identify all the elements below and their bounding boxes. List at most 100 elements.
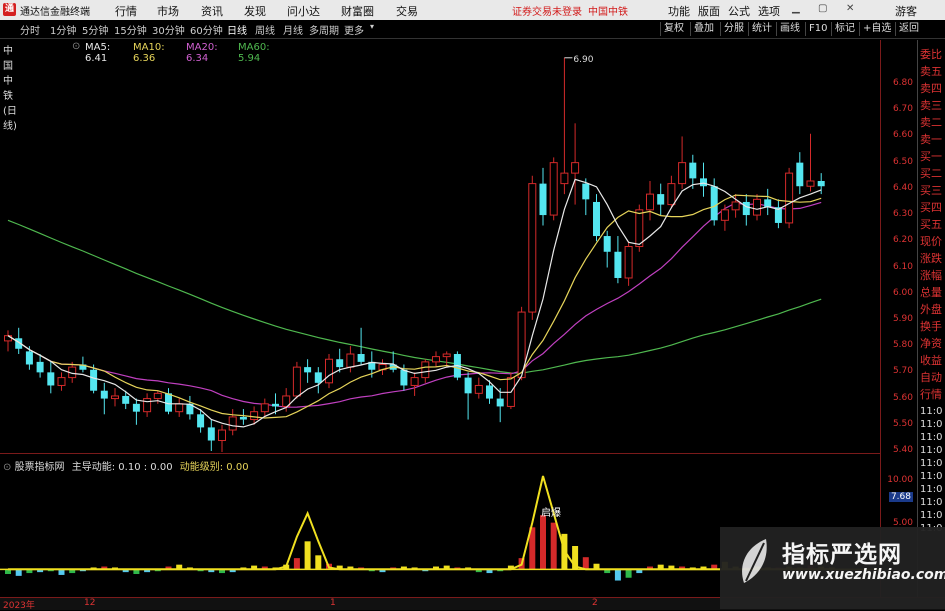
side-panel-item[interactable]: 11:0 xyxy=(920,444,942,458)
menu-options[interactable]: 选项 xyxy=(758,3,780,19)
candle-body-up xyxy=(325,358,333,384)
tab-period-30min[interactable]: 30分钟 xyxy=(152,22,185,37)
settings-icon[interactable]: ⊙ xyxy=(72,41,80,52)
indicator-bar xyxy=(540,515,546,570)
candle-body-up xyxy=(806,180,815,187)
side-panel-item[interactable]: 现价 xyxy=(920,235,942,249)
candle-body-up xyxy=(292,366,301,397)
maximize-icon[interactable]: ▢ xyxy=(818,3,827,14)
indicator-bar xyxy=(15,569,22,576)
side-panel-item[interactable]: 买二 xyxy=(920,167,942,181)
side-panel-item[interactable]: 外盘 xyxy=(920,303,942,317)
side-panel-item[interactable]: 行情 xyxy=(920,388,942,402)
price-tick-label: 5.40 xyxy=(892,445,913,455)
side-panel-item[interactable]: 11:0 xyxy=(920,483,942,497)
menu-wealth[interactable]: 财富圈 xyxy=(341,3,374,19)
tab-period-month[interactable]: 月线 xyxy=(283,22,303,37)
tab-period-1min[interactable]: 1分钟 xyxy=(50,22,76,37)
adjust-button[interactable]: 复权 xyxy=(660,22,687,36)
candle-body-down xyxy=(314,372,322,383)
price-tick-label: 5.80 xyxy=(892,340,913,351)
side-panel-item[interactable]: 11:0 xyxy=(920,431,942,445)
candle-body-down xyxy=(614,251,622,278)
pane-divider xyxy=(0,453,880,454)
side-panel-item[interactable]: 11:0 xyxy=(920,496,942,510)
price-tick-label: 6.00 xyxy=(892,287,913,298)
menu-formula[interactable]: 公式 xyxy=(728,3,750,19)
side-panel-item[interactable]: 11:0 xyxy=(920,509,942,523)
price-tick-label: 6.50 xyxy=(892,156,913,167)
side-panel-item[interactable]: 11:0 xyxy=(920,418,942,432)
draw-button[interactable]: 画线 xyxy=(776,22,803,36)
side-panel-item[interactable]: 11:0 xyxy=(920,457,942,471)
tab-period-5min[interactable]: 5分钟 xyxy=(82,22,108,37)
side-panel-item[interactable]: 换手 xyxy=(920,320,942,334)
mark-button[interactable]: 标记 xyxy=(831,22,858,36)
candle-body-down xyxy=(796,162,804,187)
menu-discover[interactable]: 发现 xyxy=(244,3,266,19)
price-tick-label: 6.60 xyxy=(892,130,913,141)
side-panel-item[interactable]: 涨跌 xyxy=(920,252,942,266)
side-panel-item[interactable]: 收益 xyxy=(920,354,942,368)
close-icon[interactable]: ✕ xyxy=(846,3,854,14)
menu-news[interactable]: 资讯 xyxy=(201,3,223,19)
side-panel-item[interactable]: 买四 xyxy=(920,201,942,215)
add-watchlist-button[interactable]: +自选 xyxy=(859,22,894,36)
side-panel-item[interactable]: 买三 xyxy=(920,184,942,198)
trade-login-notice[interactable]: 证券交易未登录 xyxy=(512,3,582,18)
side-panel-item[interactable]: 自动 xyxy=(920,371,942,385)
side-panel-item[interactable]: 卖五 xyxy=(920,65,942,79)
candle-body-up xyxy=(646,193,654,211)
side-panel-item[interactable]: 11:0 xyxy=(920,470,942,484)
menu-quotes[interactable]: 行情 xyxy=(115,3,137,19)
tab-period-minute[interactable]: 分时 xyxy=(20,22,40,37)
tab-period-multi[interactable]: 多周期 xyxy=(309,22,339,37)
candle-body-up xyxy=(4,335,12,342)
candle-body-up xyxy=(624,246,633,279)
candle-body-down xyxy=(689,162,697,179)
candle-body-down xyxy=(36,361,44,373)
minimize-icon[interactable]: ▁ xyxy=(792,3,800,14)
side-panel-item[interactable]: 卖一 xyxy=(920,133,942,147)
candle-body-up xyxy=(111,395,119,400)
menu-function[interactable]: 功能 xyxy=(668,3,690,19)
stats-button[interactable]: 统计 xyxy=(748,22,775,36)
candle-body-down xyxy=(47,372,55,386)
side-panel-item[interactable]: 买五 xyxy=(920,218,942,232)
side-panel-item[interactable]: 涨幅 xyxy=(920,269,942,283)
tab-period-week[interactable]: 周线 xyxy=(255,22,275,37)
menu-market[interactable]: 市场 xyxy=(157,3,179,19)
side-panel-item[interactable]: 总量 xyxy=(920,286,942,300)
candlestick-chart[interactable]: 6.905.35 xyxy=(0,54,880,452)
back-button[interactable]: 返回 xyxy=(895,22,922,36)
menu-ask[interactable]: 问小达 xyxy=(287,3,320,19)
side-panel-item[interactable]: 卖三 xyxy=(920,99,942,113)
candle-body-up xyxy=(549,162,558,216)
candle-body-down xyxy=(304,367,312,373)
candle-body-up xyxy=(218,429,226,442)
split-button[interactable]: 分服 xyxy=(720,22,747,36)
side-panel-item[interactable]: 净资 xyxy=(920,337,942,351)
tab-period-15min[interactable]: 15分钟 xyxy=(114,22,147,37)
more-dropdown-icon[interactable]: ▾ xyxy=(370,22,374,31)
tab-period-day[interactable]: 日线 xyxy=(227,22,247,37)
indicator-bar xyxy=(304,541,311,570)
side-panel-item[interactable]: 卖四 xyxy=(920,82,942,96)
candle-body-down xyxy=(764,199,772,208)
tab-period-60min[interactable]: 60分钟 xyxy=(190,22,223,37)
tab-period-more[interactable]: 更多 xyxy=(344,22,364,37)
f10-button[interactable]: F10 xyxy=(805,22,830,36)
indicator-bar xyxy=(614,569,621,581)
watermark-url: www.xuezhibiao.com xyxy=(782,567,945,583)
side-panel-item[interactable]: 卖二 xyxy=(920,116,942,130)
side-panel-item[interactable]: 11:0 xyxy=(920,405,942,419)
side-panel-item[interactable]: 委比 xyxy=(920,48,942,62)
side-panel-item[interactable]: 买一 xyxy=(920,150,942,164)
menu-trade[interactable]: 交易 xyxy=(396,3,418,19)
guest-label[interactable]: 游客 xyxy=(895,3,917,19)
overlay-button[interactable]: 叠加 xyxy=(690,22,717,36)
period-toolbar: 分时 1分钟 5分钟 15分钟 30分钟 60分钟 日线 周线 月线 多周期 更… xyxy=(0,20,945,39)
current-stock: 中国中铁 xyxy=(588,7,628,18)
menu-layout[interactable]: 版面 xyxy=(698,3,720,19)
candle-body-down xyxy=(700,178,707,187)
